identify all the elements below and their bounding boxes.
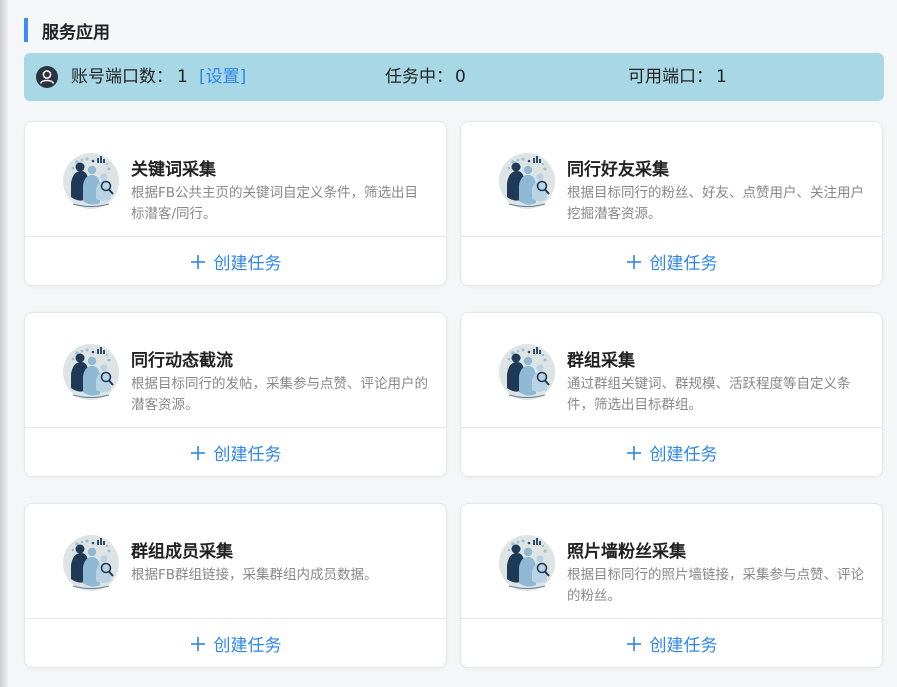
card-title: 群组采集	[567, 351, 635, 371]
plus-icon	[626, 445, 641, 460]
create-task-label: 创建任务	[649, 636, 718, 656]
card-description: 根据FB群组链接，采集群组内成员数据。	[131, 567, 378, 583]
people-analytics-icon	[499, 153, 555, 209]
user-icon	[36, 66, 58, 88]
section-title: 服务应用	[42, 22, 110, 43]
tasks-running-value: 0	[455, 67, 466, 87]
card-title: 同行动态截流	[131, 351, 233, 371]
service-card: 照片墙粉丝采集 根据目标同行的照片墙链接，采集参与点赞、评论的粉丝。 创建任务	[460, 503, 883, 668]
people-analytics-icon	[499, 535, 555, 591]
plus-icon	[190, 445, 205, 460]
card-title: 照片墙粉丝采集	[567, 542, 686, 562]
service-card: 关键词采集 根据FB公共主页的关键词自定义条件，筛选出目标潜客/同行。 创建任务	[24, 121, 447, 286]
window-left-edge	[0, 0, 8, 687]
create-task-label: 创建任务	[213, 636, 282, 656]
card-description: 根据目标同行的粉丝、好友、点赞用户、关注用户挖掘潜客资源。	[567, 185, 864, 222]
section-header: 服务应用	[24, 18, 110, 43]
plus-icon	[190, 636, 205, 651]
people-analytics-icon	[63, 344, 119, 400]
create-task-label: 创建任务	[649, 445, 718, 465]
settings-link[interactable]: [设置]	[199, 53, 246, 101]
service-card: 同行动态截流 根据目标同行的发帖，采集参与点赞、评论用户的潜客资源。 创建任务	[24, 312, 447, 477]
account-ports-value: 1	[177, 67, 188, 87]
card-description: 根据目标同行的照片墙链接，采集参与点赞、评论的粉丝。	[567, 567, 864, 604]
create-task-label: 创建任务	[649, 254, 718, 274]
available-ports-value: 1	[716, 67, 727, 87]
create-task-button[interactable]: 创建任务	[461, 237, 882, 286]
create-task-button[interactable]: 创建任务	[461, 619, 882, 668]
create-task-label: 创建任务	[213, 445, 282, 465]
create-task-button[interactable]: 创建任务	[25, 428, 446, 477]
plus-icon	[626, 636, 641, 651]
tasks-running-label: 任务中：	[385, 67, 453, 87]
people-analytics-icon	[63, 153, 119, 209]
card-description: 通过群组关键词、群规模、活跃程度等自定义条件，筛选出目标群组。	[567, 376, 851, 413]
card-title: 关键词采集	[131, 160, 216, 180]
section-accent-bar	[24, 18, 28, 42]
card-description: 根据FB公共主页的关键词自定义条件，筛选出目标潜客/同行。	[131, 185, 419, 222]
people-analytics-icon	[499, 344, 555, 400]
create-task-button[interactable]: 创建任务	[25, 619, 446, 668]
card-title: 同行好友采集	[567, 160, 669, 180]
card-description: 根据目标同行的发帖，采集参与点赞、评论用户的潜客资源。	[131, 376, 428, 413]
create-task-label: 创建任务	[213, 254, 282, 274]
account-ports-label: 账号端口数：	[71, 67, 173, 87]
create-task-button[interactable]: 创建任务	[461, 428, 882, 477]
available-ports-label: 可用端口：	[628, 67, 713, 87]
plus-icon	[190, 254, 205, 269]
service-card: 群组采集 通过群组关键词、群规模、活跃程度等自定义条件，筛选出目标群组。 创建任…	[460, 312, 883, 477]
card-title: 群组成员采集	[131, 542, 233, 562]
create-task-button[interactable]: 创建任务	[25, 237, 446, 286]
port-status-bar: 账号端口数： 1 [设置] 任务中： 0 可用端口： 1	[24, 53, 884, 101]
plus-icon	[626, 254, 641, 269]
service-card: 同行好友采集 根据目标同行的粉丝、好友、点赞用户、关注用户挖掘潜客资源。 创建任…	[460, 121, 883, 286]
people-analytics-icon	[63, 535, 119, 591]
service-card: 群组成员采集 根据FB群组链接，采集群组内成员数据。 创建任务	[24, 503, 447, 668]
